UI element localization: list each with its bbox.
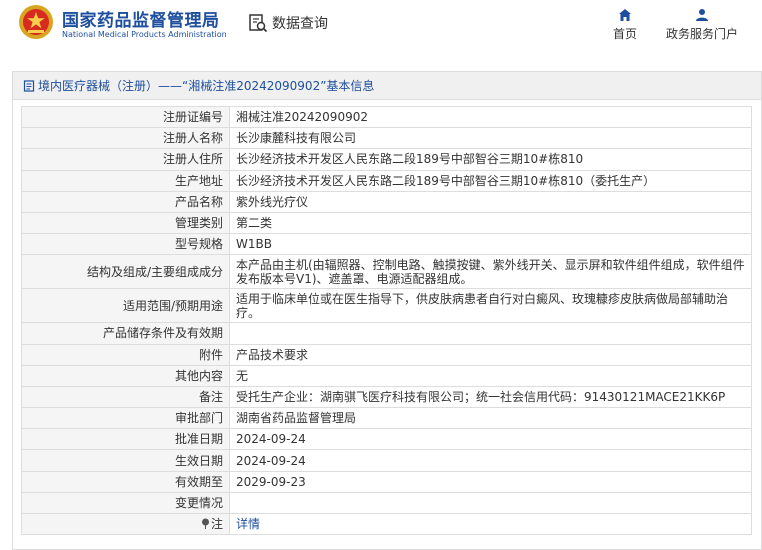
field-value: W1BB bbox=[229, 233, 752, 256]
national-emblem-icon bbox=[19, 5, 53, 39]
field-label: 产品名称 bbox=[21, 190, 230, 213]
field-label: 批准日期 bbox=[21, 428, 230, 451]
table-row: 生效日期 2024-09-24 bbox=[21, 449, 752, 472]
site-header: 国家药品监督管理局 National Medical Products Admi… bbox=[0, 0, 762, 58]
table-row: 注册人名称 长沙康麓科技有限公司 bbox=[21, 127, 752, 150]
document-search-icon bbox=[249, 14, 268, 33]
field-value: 无 bbox=[229, 364, 752, 387]
registration-info-table: 注册证编号 湘械注准20242090902 注册人名称 长沙康麓科技有限公司 注… bbox=[21, 105, 752, 536]
list-document-icon bbox=[23, 79, 35, 92]
table-row: 其他内容 无 bbox=[21, 364, 752, 387]
table-row: 注册人住所 长沙经济技术开发区人民东路二段189号中部智谷三期10#栋810 bbox=[21, 148, 752, 171]
site-subtitle: National Medical Products Administration bbox=[62, 30, 227, 39]
field-label: 产品储存条件及有效期 bbox=[21, 322, 230, 345]
field-label: 其他内容 bbox=[21, 364, 230, 387]
detail-panel: 境内医疗器械（注册）——“湘械注准20242090902”基本信息 注册证编号 … bbox=[12, 71, 762, 550]
table-row: 适用范围/预期用途 适用于临床单位或在医生指导下，供皮肤病患者自行对白癜风、玫瑰… bbox=[21, 288, 752, 324]
field-label: 型号规格 bbox=[21, 233, 230, 256]
table-row: 生产地址 长沙经济技术开发区人民东路二段189号中部智谷三期10#栋810（委托… bbox=[21, 169, 752, 192]
table-row: 型号规格 W1BB bbox=[21, 233, 752, 256]
field-value bbox=[229, 322, 752, 345]
nav-home[interactable]: 首页 bbox=[610, 8, 640, 42]
table-row: 注 详情 bbox=[21, 512, 752, 536]
table-row: 产品储存条件及有效期 bbox=[21, 322, 752, 345]
data-query-link[interactable]: 数据查询 bbox=[248, 12, 328, 34]
nav-service-label: 政务服务门户 bbox=[665, 27, 738, 41]
note-value-cell: 详情 bbox=[229, 512, 752, 536]
field-label: 附件 bbox=[21, 343, 230, 366]
table-row: 附件 产品技术要求 bbox=[21, 343, 752, 366]
table-row: 注册证编号 湘械注准20242090902 bbox=[21, 105, 752, 129]
field-label: 注册人名称 bbox=[21, 127, 230, 150]
nav-home-label: 首页 bbox=[612, 27, 637, 41]
field-value: 湘械注准20242090902 bbox=[229, 105, 752, 129]
field-value: 2024-09-24 bbox=[229, 449, 752, 472]
user-icon bbox=[696, 9, 708, 21]
table-row: 备注 受托生产企业：湖南骐飞医疗科技有限公司；统一社会信用代码：91430121… bbox=[21, 385, 752, 409]
table-row: 管理类别 第二类 bbox=[21, 211, 752, 235]
field-value: 长沙康麓科技有限公司 bbox=[229, 127, 752, 150]
field-label: 注 bbox=[210, 517, 223, 532]
field-label: 生效日期 bbox=[21, 449, 230, 472]
field-value: 第二类 bbox=[229, 211, 752, 235]
panel-title: 境内医疗器械（注册）——“湘械注准20242090902”基本信息 bbox=[38, 79, 375, 93]
details-link[interactable]: 详情 bbox=[236, 517, 260, 531]
panel-header: 境内医疗器械（注册）——“湘械注准20242090902”基本信息 bbox=[13, 72, 761, 100]
field-value: 本产品由主机(由辐照器、控制电路、触摸按键、紫外线开关、显示屏和软件组件组成，软… bbox=[229, 254, 752, 290]
field-value: 2029-09-23 bbox=[229, 470, 752, 493]
field-value: 产品技术要求 bbox=[229, 343, 752, 366]
field-label: 审批部门 bbox=[21, 407, 230, 430]
field-label: 有效期至 bbox=[21, 470, 230, 493]
home-icon bbox=[619, 9, 631, 21]
site-title: 国家药品监督管理局 bbox=[62, 11, 220, 31]
data-query-label: 数据查询 bbox=[272, 16, 328, 32]
field-value: 长沙经济技术开发区人民东路二段189号中部智谷三期10#栋810（委托生产） bbox=[229, 169, 752, 192]
pin-icon bbox=[201, 518, 209, 530]
field-label: 生产地址 bbox=[21, 169, 230, 192]
field-value bbox=[229, 491, 752, 515]
field-value: 紫外线光疗仪 bbox=[229, 190, 752, 213]
table-row: 有效期至 2029-09-23 bbox=[21, 470, 752, 493]
field-label: 备注 bbox=[21, 385, 230, 409]
note-label-cell: 注 bbox=[21, 512, 230, 536]
field-label: 结构及组成/主要组成成分 bbox=[21, 254, 230, 290]
field-label: 管理类别 bbox=[21, 211, 230, 235]
field-label: 变更情况 bbox=[21, 491, 230, 515]
field-label: 注册人住所 bbox=[21, 148, 230, 171]
table-row: 产品名称 紫外线光疗仪 bbox=[21, 190, 752, 213]
field-value: 受托生产企业：湖南骐飞医疗科技有限公司；统一社会信用代码：91430121MAC… bbox=[229, 385, 752, 409]
field-value: 适用于临床单位或在医生指导下，供皮肤病患者自行对白癜风、玫瑰糠疹皮肤病做局部辅助… bbox=[229, 288, 752, 324]
field-value: 2024-09-24 bbox=[229, 428, 752, 451]
table-row: 变更情况 bbox=[21, 491, 752, 515]
table-row: 审批部门 湖南省药品监督管理局 bbox=[21, 407, 752, 430]
nav-service-portal[interactable]: 政务服务门户 bbox=[664, 8, 740, 42]
field-label: 注册证编号 bbox=[21, 105, 230, 129]
field-label: 适用范围/预期用途 bbox=[21, 288, 230, 324]
field-value: 长沙经济技术开发区人民东路二段189号中部智谷三期10#栋810 bbox=[229, 148, 752, 171]
table-row: 结构及组成/主要组成成分 本产品由主机(由辐照器、控制电路、触摸按键、紫外线开关… bbox=[21, 254, 752, 290]
field-value: 湖南省药品监督管理局 bbox=[229, 407, 752, 430]
table-row: 批准日期 2024-09-24 bbox=[21, 428, 752, 451]
